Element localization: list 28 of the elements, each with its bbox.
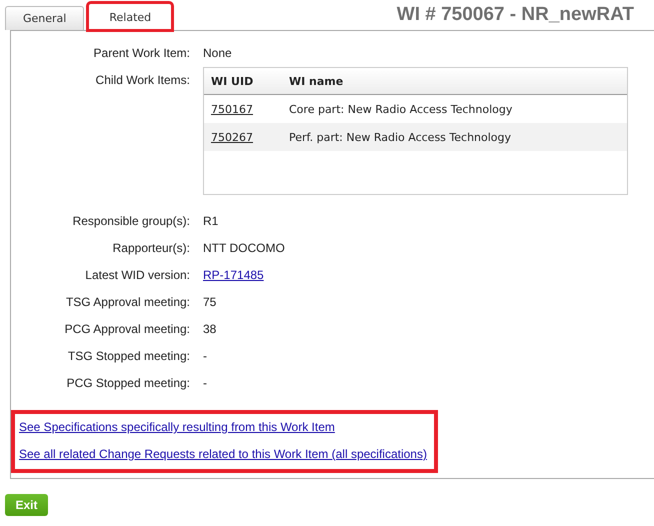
related-link[interactable]: See all related Change Requests related to this Work Item (all specifications) xyxy=(19,447,427,461)
field-label: Parent Work Item: xyxy=(92,46,191,62)
tab[interactable]: General xyxy=(5,6,84,30)
wid-link[interactable]: RP-171485 xyxy=(203,268,264,295)
field-label: Rapporteur(s): xyxy=(112,241,191,257)
field-value: - xyxy=(203,376,207,392)
column-header: WI name xyxy=(289,74,344,88)
field-value: NTT DOCOMO xyxy=(203,241,285,257)
field-label: PCG Stopped meeting: xyxy=(66,376,191,392)
field-value: R1 xyxy=(203,214,218,230)
field-label: Latest WID version: xyxy=(84,268,191,284)
field-value: None xyxy=(203,46,232,62)
field-label: Child Work Items: xyxy=(94,73,191,89)
field-label: TSG Approval meeting: xyxy=(64,295,191,311)
field-value: 75 xyxy=(203,295,216,311)
table-cell-text: Core part: New Radio Access Technology xyxy=(289,102,514,116)
table-cell-text: Perf. part: New Radio Access Technology xyxy=(289,130,512,144)
tab[interactable]: Related xyxy=(88,3,172,30)
field-value: - xyxy=(203,349,207,365)
column-header: WI UID xyxy=(210,74,254,88)
uid-link[interactable]: 750267 xyxy=(204,130,289,144)
field-value: 38 xyxy=(203,322,216,338)
field-label: Responsible group(s): xyxy=(72,214,191,230)
related-link[interactable]: See Specifications specifically resulting from this Work Item xyxy=(19,420,335,434)
field-label: TSG Stopped meeting: xyxy=(66,349,191,365)
field-label: PCG Approval meeting: xyxy=(64,322,191,338)
uid-link[interactable]: 750167 xyxy=(204,102,289,116)
work-item-title: WI # 750067 - NR_newRAT xyxy=(396,4,635,27)
